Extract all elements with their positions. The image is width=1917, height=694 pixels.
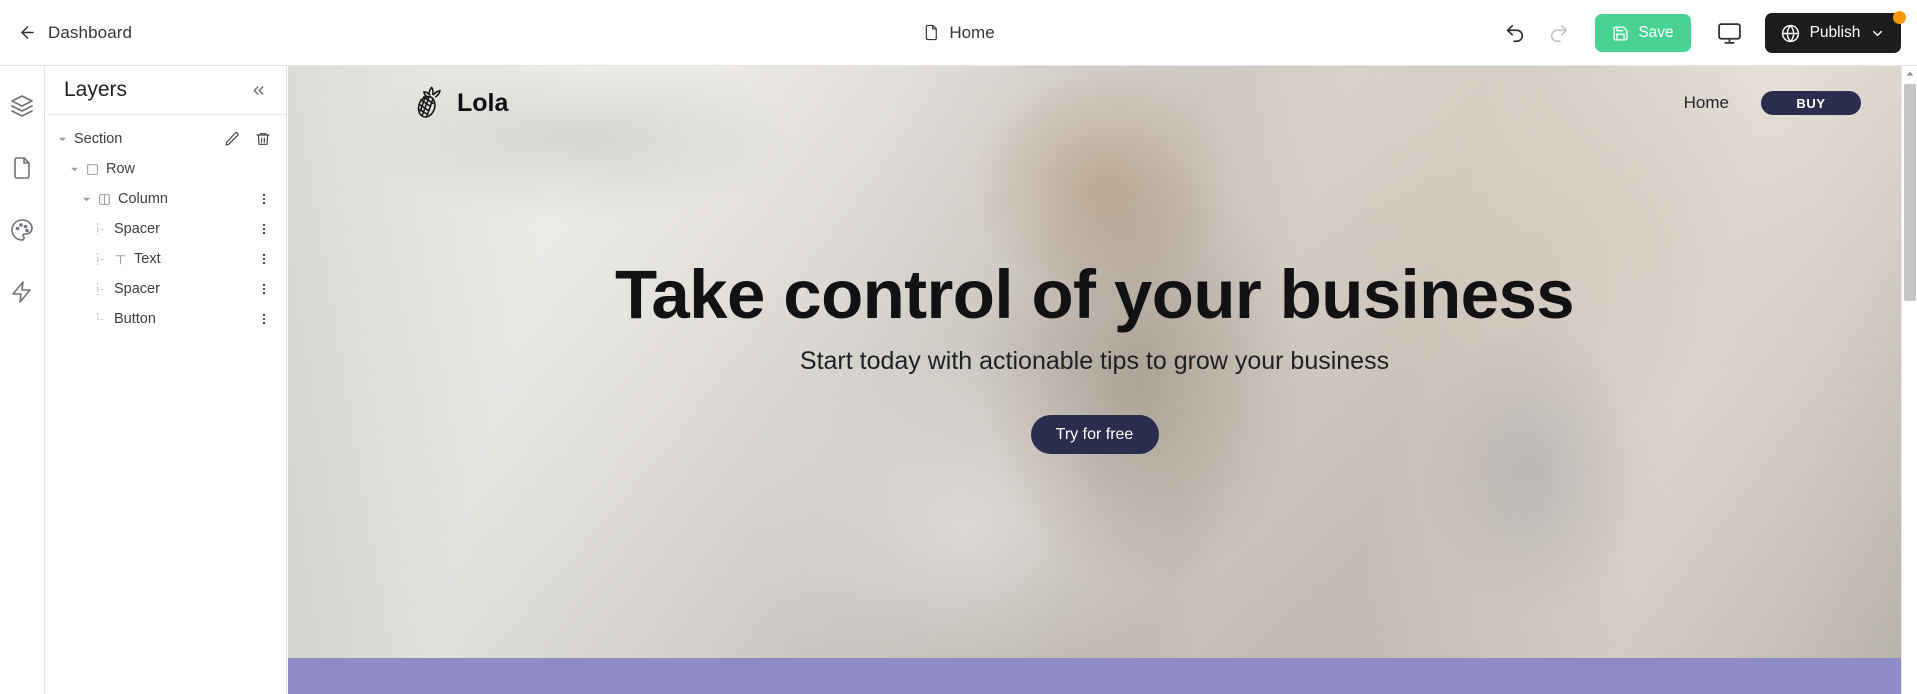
- page-title: Home: [949, 22, 995, 42]
- page-icon: [14, 157, 30, 179]
- rail-item-effects[interactable]: [5, 275, 39, 309]
- redo-icon: [1550, 24, 1568, 43]
- layer-label: Text: [134, 251, 161, 267]
- undo-button[interactable]: [1493, 11, 1537, 55]
- columns-icon: [99, 193, 110, 205]
- save-button[interactable]: Save: [1595, 14, 1691, 52]
- trash-icon[interactable]: [255, 131, 271, 147]
- layer-node-column[interactable]: Column: [46, 184, 286, 214]
- hero-headline[interactable]: Take control of your business: [615, 260, 1575, 329]
- hero-section[interactable]: Lola Home BUY Take control of your busin…: [288, 66, 1901, 658]
- caret-up-icon: [1906, 71, 1914, 76]
- canvas-scrollbar[interactable]: [1901, 66, 1917, 694]
- tool-rail: [0, 66, 45, 694]
- redo-button[interactable]: [1537, 11, 1581, 55]
- publish-label: Publish: [1809, 24, 1861, 41]
- hero-subtitle[interactable]: Start today with actionable tips to grow…: [800, 347, 1389, 376]
- pencil-icon[interactable]: [224, 131, 240, 147]
- rail-item-pages[interactable]: [5, 151, 39, 185]
- layer-node-spacer-2[interactable]: Spacer: [46, 274, 286, 304]
- layer-node-text[interactable]: Text: [46, 244, 286, 274]
- layer-kebab-menu[interactable]: [257, 184, 271, 214]
- layer-kebab-menu[interactable]: [257, 274, 271, 304]
- layer-node-section[interactable]: Section: [46, 124, 286, 154]
- chevrons-left-icon[interactable]: [250, 82, 267, 99]
- scrollbar-thumb[interactable]: [1904, 84, 1916, 301]
- try-for-free-button[interactable]: Try for free: [1030, 415, 1159, 454]
- tree-branch-icon: [96, 282, 105, 295]
- layer-kebab-menu[interactable]: [257, 214, 271, 244]
- rail-item-layers[interactable]: [5, 89, 39, 123]
- kebab-menu-icon: [262, 193, 266, 205]
- layer-label: Spacer: [114, 221, 160, 237]
- layer-kebab-menu[interactable]: [257, 244, 271, 274]
- layer-label: Section: [74, 131, 123, 147]
- layers-panel-header: Layers: [46, 66, 286, 115]
- layer-node-button[interactable]: Button: [46, 304, 286, 334]
- publish-group: Publish: [1765, 11, 1906, 53]
- layer-node-spacer-1[interactable]: Spacer: [46, 214, 286, 244]
- top-toolbar: Dashboard Home Save Publish: [0, 0, 1917, 66]
- layer-node-row[interactable]: Row: [46, 154, 286, 184]
- arrow-left-icon: [21, 26, 34, 39]
- rail-item-theme[interactable]: [5, 213, 39, 247]
- page-title-group[interactable]: Home: [922, 22, 995, 43]
- layers-panel: Layers Section Row Column Spacer Text Sp…: [46, 66, 287, 694]
- site-canvas[interactable]: Lola Home BUY Take control of your busin…: [288, 66, 1901, 694]
- layer-label: Button: [114, 311, 156, 327]
- tree-branch-icon: [96, 252, 105, 265]
- caret-down-icon[interactable]: [70, 165, 79, 174]
- scroll-up-button[interactable]: [1902, 66, 1917, 82]
- back-to-dashboard-button[interactable]: Dashboard: [18, 23, 132, 43]
- caret-down-icon[interactable]: [82, 195, 91, 204]
- purple-section-band[interactable]: [288, 658, 1901, 694]
- layer-label: Column: [118, 191, 168, 207]
- caret-down-icon[interactable]: [58, 135, 67, 144]
- kebab-menu-icon: [262, 223, 266, 235]
- notification-badge: [1893, 11, 1906, 24]
- preview-button[interactable]: [1707, 11, 1751, 55]
- bolt-icon: [12, 281, 31, 303]
- layers-icon: [11, 95, 33, 117]
- chevron-down-icon: [1873, 30, 1883, 36]
- kebab-menu-icon: [262, 253, 266, 265]
- layer-kebab-menu[interactable]: [257, 304, 271, 334]
- layers-panel-title: Layers: [64, 78, 128, 101]
- undo-icon: [1506, 24, 1524, 43]
- back-label: Dashboard: [48, 22, 133, 42]
- globe-icon: [1781, 24, 1799, 42]
- layer-label: Spacer: [114, 281, 160, 297]
- tree-branch-end-icon: [96, 312, 105, 320]
- hero-content: Take control of your business Start toda…: [288, 66, 1901, 658]
- layer-tree: Section Row Column Spacer Text Spacer Bu…: [46, 115, 286, 334]
- kebab-menu-icon: [262, 313, 266, 325]
- save-label: Save: [1638, 24, 1674, 41]
- tree-branch-icon: [96, 222, 105, 235]
- kebab-menu-icon: [262, 283, 266, 295]
- text-icon: [115, 254, 126, 264]
- palette-icon: [11, 219, 33, 241]
- floppy-disk-icon: [1613, 25, 1628, 41]
- section-row-actions: [224, 124, 286, 154]
- monitor-icon: [1717, 22, 1741, 44]
- publish-button[interactable]: Publish: [1765, 13, 1901, 53]
- toolbar-actions: Save Publish: [1493, 0, 1917, 66]
- square-icon: [87, 163, 98, 175]
- layer-label: Row: [106, 161, 136, 177]
- file-icon: [925, 24, 937, 41]
